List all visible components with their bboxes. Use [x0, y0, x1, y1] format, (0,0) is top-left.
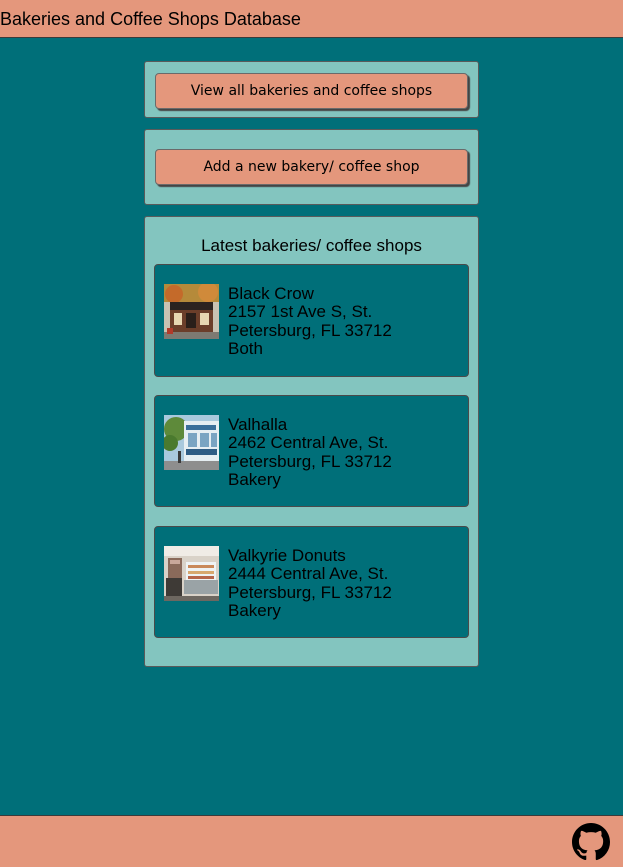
github-icon[interactable]	[572, 823, 610, 861]
latest-heading: Latest bakeries/ coffee shops	[201, 236, 422, 255]
shop-name: Valkyrie Donuts	[228, 546, 346, 565]
shop-card-black-crow[interactable]: Black Crow 2157 1st Ave S, St. Petersbur…	[154, 264, 469, 377]
bottom-bar	[0, 815, 623, 867]
view-all-button[interactable]: View all bakeries and coffee shops	[155, 73, 468, 109]
add-new-panel: Add a new bakery/ coffee shop	[144, 129, 479, 205]
latest-panel: Latest bakeries/ coffee shops Black Crow…	[144, 216, 479, 667]
storefront-photo	[164, 415, 219, 470]
shop-address: 2157 1st Ave S, St. Petersburg, FL 33712	[228, 302, 392, 340]
shop-name: Black Crow	[228, 284, 314, 303]
add-new-button[interactable]: Add a new bakery/ coffee shop	[155, 149, 468, 185]
shop-info: Valhalla 2462 Central Ave, St. Petersbur…	[228, 415, 416, 490]
app-title: Bakeries and Coffee Shops Database	[0, 9, 301, 29]
storefront-photo	[164, 284, 219, 339]
shop-info: Valkyrie Donuts 2444 Central Ave, St. Pe…	[228, 546, 416, 621]
storefront-photo	[164, 546, 219, 601]
shop-name: Valhalla	[228, 415, 288, 434]
shop-info: Black Crow 2157 1st Ave S, St. Petersbur…	[228, 284, 416, 359]
shop-type: Bakery	[228, 601, 281, 621]
shop-address: 2444 Central Ave, St. Petersburg, FL 337…	[228, 564, 392, 602]
shop-type: Bakery	[228, 470, 281, 490]
view-all-panel: View all bakeries and coffee shops	[144, 61, 479, 118]
shop-card-valhalla[interactable]: Valhalla 2462 Central Ave, St. Petersbur…	[154, 395, 469, 507]
shop-type: Both	[228, 339, 263, 359]
top-bar: Bakeries and Coffee Shops Database	[0, 0, 623, 38]
shop-card-valkyrie-donuts[interactable]: Valkyrie Donuts 2444 Central Ave, St. Pe…	[154, 526, 469, 638]
shop-address: 2462 Central Ave, St. Petersburg, FL 337…	[228, 433, 392, 471]
